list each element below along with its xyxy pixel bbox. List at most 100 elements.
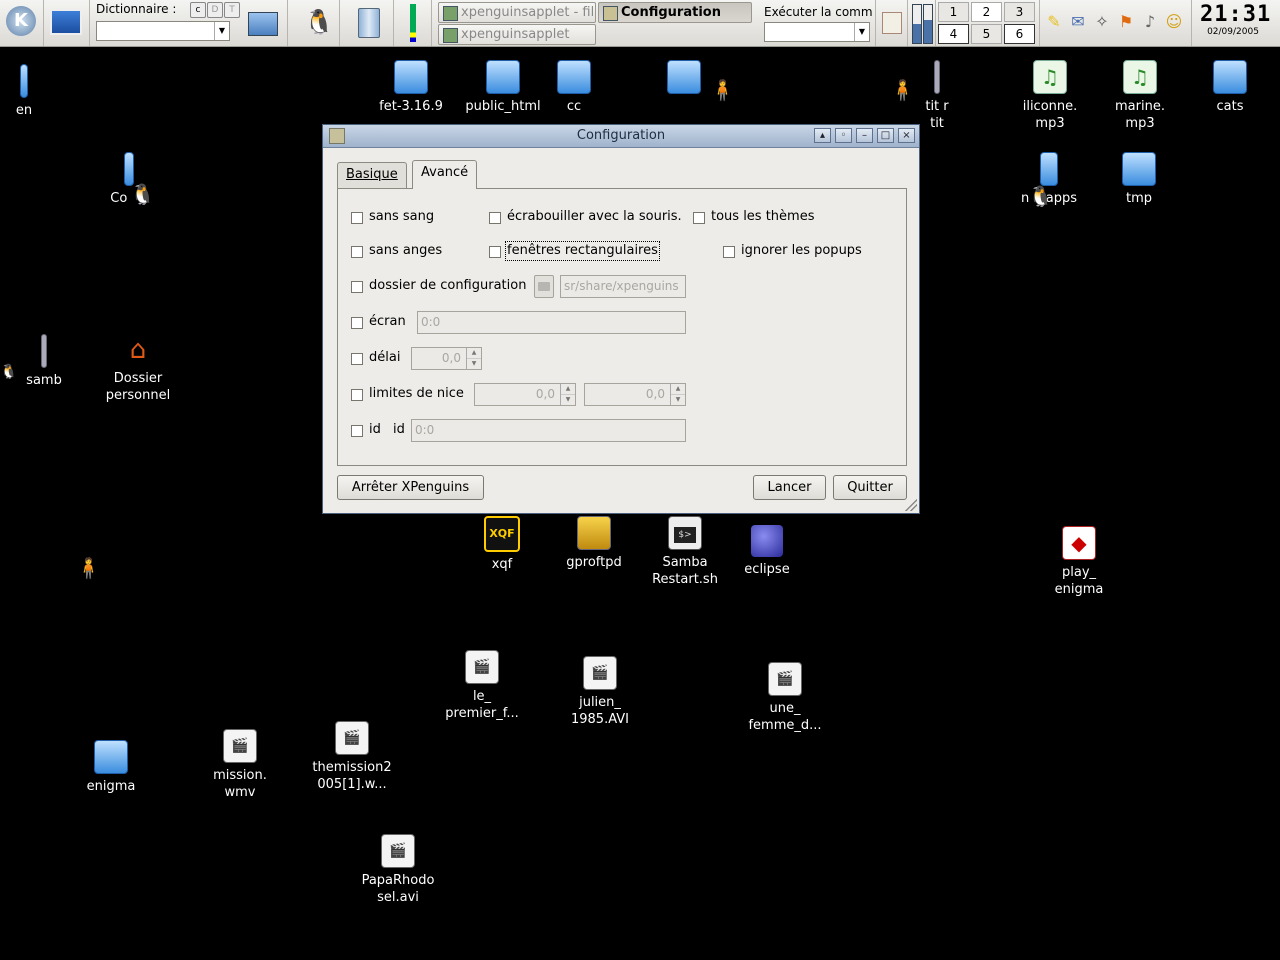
launch-button[interactable]: Lancer [753, 475, 826, 500]
xpenguins-launcher[interactable]: 🐧 [288, 0, 340, 46]
kde-logo-icon: K [6, 6, 36, 36]
pager-desktop-5[interactable]: 5 [971, 24, 1002, 44]
flag-icon[interactable]: ⚑ [1116, 12, 1136, 32]
desktop-icon-une-femme[interactable]: 🎬 une_ femme_d... [737, 662, 833, 734]
desktop-icon-gproftpd[interactable]: gproftpd [546, 516, 642, 571]
fenetres-rectangulaires-checkbox[interactable] [489, 246, 501, 258]
computer-icon[interactable] [248, 12, 278, 36]
ignorer-popups-checkbox[interactable] [723, 246, 735, 258]
desktop-icon-marine-mp3[interactable]: ♫ marine. mp3 [1092, 60, 1188, 132]
satellite-icon[interactable]: ✧ [1092, 12, 1112, 32]
ignorer-popups-label[interactable]: ignorer les popups [741, 243, 862, 259]
desktop-icon-mission-wmv[interactable]: 🎬 mission. wmv [192, 729, 288, 801]
volume-meter[interactable] [908, 0, 936, 46]
ecrabouiller-checkbox[interactable] [489, 212, 501, 224]
trash-launcher[interactable] [340, 0, 394, 46]
sticky-button[interactable]: ◦ [835, 128, 852, 143]
mail-icon[interactable]: ✉ [1068, 12, 1088, 32]
notes-icon[interactable]: ✎ [1044, 12, 1064, 32]
pager-desktop-6[interactable]: 6 [1004, 24, 1035, 44]
smiley-icon[interactable]: ☺ [1164, 12, 1184, 32]
id-checkbox[interactable] [351, 425, 363, 437]
dictionary-d-button[interactable]: D [207, 2, 223, 18]
desktop-icon-play-enigma[interactable]: ◆ play_ enigma [1031, 526, 1127, 598]
pager-desktop-3[interactable]: 3 [1004, 2, 1035, 22]
quit-button[interactable]: Quitter [833, 475, 907, 500]
delai-spinbox[interactable]: 0,0 ▲ ▼ [411, 347, 482, 370]
delai-label[interactable]: délai [369, 350, 400, 366]
limites-nice-label[interactable]: limites de nice [369, 386, 464, 402]
dictionary-c-button[interactable]: c [190, 2, 206, 18]
run-command-input[interactable]: ▼ [764, 22, 870, 42]
clipboard-icon [882, 12, 902, 34]
sans-anges-label[interactable]: sans anges [369, 243, 442, 259]
spin-arrows[interactable]: ▲ ▼ [466, 348, 481, 369]
id-field[interactable]: 0:0 [411, 419, 686, 442]
desktop-icon-en[interactable]: en [0, 64, 72, 119]
desktop-icon-le-premier[interactable]: 🎬 le_ premier_f... [434, 650, 530, 722]
browse-folder-button[interactable] [534, 275, 554, 298]
nice-max-spinbox[interactable]: 0,0 ▲ ▼ [584, 383, 686, 406]
pager-desktop-2[interactable]: 2 [971, 2, 1002, 22]
desktop-icon-dossier-personnel[interactable]: ⌂ Dossier personnel [90, 334, 186, 404]
task-xpenguinsapplet[interactable]: xpenguinsapplet [438, 24, 596, 45]
nice-min-spinbox[interactable]: 0,0 ▲ ▼ [474, 383, 576, 406]
desktop-icon-iliconne-mp3[interactable]: ♫ iliconne. mp3 [1002, 60, 1098, 132]
desktop-icon-xqf[interactable]: XQF xqf [454, 516, 550, 573]
desktop-icon-cc[interactable]: cc [526, 60, 622, 115]
titlebar[interactable]: Configuration ▴ ◦ – □ × [323, 125, 919, 148]
desktop-icon-tmp[interactable]: tmp [1091, 152, 1187, 207]
delai-checkbox[interactable] [351, 353, 363, 365]
spin-arrows[interactable]: ▲ ▼ [670, 384, 685, 405]
shade-button[interactable]: ▴ [814, 128, 831, 143]
desktop-icon [50, 9, 82, 35]
tab-basique[interactable]: Basique [337, 162, 407, 188]
task-xpenguinsapplet-file[interactable]: xpenguinsapplet - fil [438, 2, 596, 23]
config-dir-field[interactable]: sr/share/xpenguins [560, 275, 686, 298]
sans-sang-checkbox[interactable] [351, 212, 363, 224]
desktop-icon-fet[interactable]: fet-3.16.9 [363, 60, 459, 115]
limites-nice-checkbox[interactable] [351, 389, 363, 401]
minimize-button[interactable]: – [856, 128, 873, 143]
desktop-icon-eclipse[interactable]: eclipse [719, 525, 815, 578]
dictionary-input[interactable]: ▼ [96, 21, 230, 41]
desktop-icon-samba[interactable]: samb [0, 334, 92, 389]
show-desktop-button[interactable] [44, 0, 90, 46]
pager-desktop-4[interactable]: 4 [938, 24, 969, 44]
maximize-button[interactable]: □ [877, 128, 894, 143]
app-icon [443, 6, 458, 21]
ecrabouiller-label[interactable]: écrabouiller avec la souris. [507, 209, 682, 225]
speaker-icon[interactable]: ♪ [1140, 12, 1160, 32]
desktop-icon-cats[interactable]: cats [1182, 60, 1278, 115]
close-button[interactable]: × [898, 128, 915, 143]
task-configuration[interactable]: Configuration [598, 2, 752, 23]
ecran-checkbox[interactable] [351, 317, 363, 329]
tous-themes-label[interactable]: tous les thèmes [711, 209, 814, 225]
system-monitor[interactable] [394, 0, 432, 46]
desktop-icon-paparhodosel[interactable]: 🎬 PapaRhodo sel.avi [350, 834, 446, 906]
clock[interactable]: 21:31 02/09/2005 [1200, 2, 1272, 37]
dossier-configuration-checkbox[interactable] [351, 281, 363, 293]
pager-desktop-1[interactable]: 1 [938, 2, 969, 22]
fenetres-rectangulaires-label[interactable]: fenêtres rectangulaires [505, 241, 660, 261]
desktop-icon-enigma[interactable]: enigma [63, 740, 159, 795]
ecran-field[interactable]: 0:0 [417, 311, 686, 334]
video-icon: 🎬 [335, 721, 369, 755]
dossier-configuration-label[interactable]: dossier de configuration [369, 278, 526, 294]
clock-time: 21:31 [1200, 2, 1272, 27]
klipper[interactable] [876, 0, 908, 46]
ecran-label[interactable]: écran [369, 314, 406, 330]
id-label[interactable]: id [369, 422, 381, 438]
tous-themes-checkbox[interactable] [693, 212, 705, 224]
dictionary-t-button[interactable]: T [224, 2, 240, 18]
sans-anges-checkbox[interactable] [351, 246, 363, 258]
resize-grip-icon[interactable] [905, 499, 917, 511]
sans-sang-label[interactable]: sans sang [369, 209, 434, 225]
desktop-icon-themission[interactable]: 🎬 themission2 005[1].w... [304, 721, 400, 793]
stop-xpenguins-button[interactable]: Arrêter XPenguins [337, 475, 484, 500]
tab-avance[interactable]: Avancé [412, 160, 478, 189]
desktop-icon-co[interactable]: Co e [81, 152, 177, 207]
spin-arrows[interactable]: ▲ ▼ [560, 384, 575, 405]
kde-menu-button[interactable]: K [0, 0, 44, 46]
desktop-icon-julien-1985[interactable]: 🎬 julien_ 1985.AVI [552, 656, 648, 728]
